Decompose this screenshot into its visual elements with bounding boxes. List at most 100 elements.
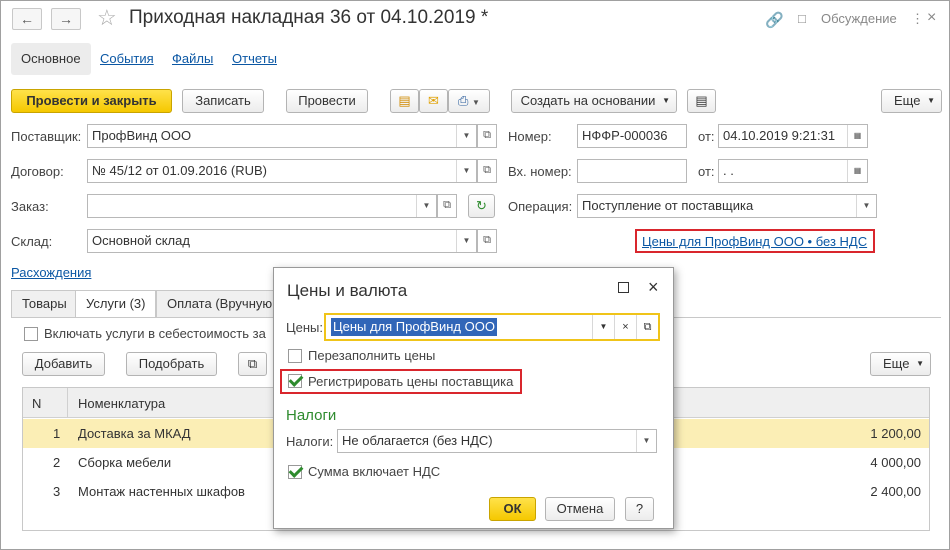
chevron-down-icon[interactable]: ▼: [592, 315, 614, 339]
in-date-from-label: от:: [698, 164, 715, 179]
sum-includes-vat-checkbox[interactable]: [288, 465, 302, 479]
add-button[interactable]: Добавить: [22, 352, 105, 376]
sum-includes-vat-label: Сумма включает НДС: [308, 464, 441, 479]
chevron-down-icon: ▼: [927, 96, 935, 105]
column-n[interactable]: N: [32, 396, 41, 411]
services-more-label: Еще: [883, 356, 910, 371]
row-item: Монтаж настенных шкафов: [78, 484, 245, 499]
forward-button[interactable]: →: [51, 8, 81, 30]
services-more-button[interactable]: Еще ▼: [870, 352, 931, 376]
link-icon[interactable]: 🔗: [765, 11, 784, 29]
print-icon[interactable]: ⎙ ▼: [448, 89, 490, 113]
contract-label: Договор:: [11, 164, 64, 179]
order-label: Заказ:: [11, 199, 49, 214]
open-icon[interactable]: ⧉: [437, 194, 457, 218]
taxes-field[interactable]: Не облагается (без НДС) ▼: [337, 429, 657, 453]
chevron-down-icon: ▼: [662, 96, 670, 105]
row-item: Сборка мебели: [78, 455, 172, 470]
chevron-down-icon[interactable]: ▼: [456, 230, 476, 252]
contract-field[interactable]: № 45/12 от 01.09.2016 (RUB) ▼: [87, 159, 477, 183]
dialog-prices-label: Цены:: [286, 320, 323, 335]
calendar-icon[interactable]: ▦: [847, 125, 867, 147]
chevron-down-icon[interactable]: ▼: [416, 195, 436, 217]
discrepancies-link[interactable]: Расхождения: [11, 265, 91, 280]
prices-field-value: Цены для ПрофВинд ООО: [331, 318, 497, 336]
structure-icon[interactable]: ▤: [687, 89, 716, 113]
favorite-star-icon[interactable]: ☆: [97, 5, 117, 31]
pick-button[interactable]: Подобрать: [126, 352, 217, 376]
operation-field[interactable]: Поступление от поставщика ▼: [577, 194, 877, 218]
taxes-value: Не облагается (без НДС): [342, 433, 493, 448]
chevron-down-icon[interactable]: ▼: [456, 125, 476, 147]
refill-prices-checkbox[interactable]: [288, 349, 302, 363]
help-button[interactable]: ?: [625, 497, 654, 521]
date-value: 04.10.2019 9:21:31: [723, 128, 836, 143]
create-based-on-button[interactable]: Создать на основании ▼: [511, 89, 677, 113]
open-icon[interactable]: ⧉: [477, 229, 497, 253]
chevron-down-icon[interactable]: ▼: [456, 160, 476, 182]
in-number-label: Вх. номер:: [508, 164, 572, 179]
tab-services[interactable]: Услуги (3): [75, 290, 157, 318]
prices-link[interactable]: Цены для ПрофВинд ООО • без НДС: [642, 234, 867, 249]
column-separator: [67, 388, 68, 418]
date-field[interactable]: 04.10.2019 9:21:31 ▦: [718, 124, 868, 148]
include-cost-checkbox[interactable]: [24, 327, 38, 341]
include-cost-label: Включать услуги в себестоимость за: [44, 326, 266, 341]
close-icon[interactable]: ×: [927, 9, 936, 27]
ok-button[interactable]: ОК: [489, 497, 536, 521]
number-field[interactable]: НФФР-000036: [577, 124, 687, 148]
discuss-icon[interactable]: □: [798, 11, 806, 26]
fill-by-order-icon[interactable]: ↻: [468, 194, 495, 218]
row-sum: 1 200,00: [870, 426, 921, 441]
chevron-down-icon[interactable]: ▼: [856, 195, 876, 217]
tab-goods[interactable]: Товары: [11, 290, 78, 317]
maximize-icon[interactable]: [618, 282, 629, 293]
tab-main[interactable]: Основное: [11, 43, 91, 75]
open-icon[interactable]: ⧉: [477, 159, 497, 183]
open-icon[interactable]: ⧉: [477, 124, 497, 148]
supplier-value: ПрофВинд ООО: [92, 128, 192, 143]
more-menu-icon[interactable]: ⋮: [911, 11, 925, 27]
chevron-down-icon: ▼: [472, 98, 480, 107]
in-number-field[interactable]: [577, 159, 687, 183]
number-label: Номер:: [508, 129, 552, 144]
post-button[interactable]: Провести: [286, 89, 368, 113]
warehouse-field[interactable]: Основной склад ▼: [87, 229, 477, 253]
operation-label: Операция:: [508, 199, 573, 214]
more-label: Еще: [894, 93, 921, 108]
chevron-down-icon[interactable]: ▼: [636, 430, 656, 452]
tab-payment[interactable]: Оплата (Вручную: [156, 290, 283, 317]
cancel-button[interactable]: Отмена: [545, 497, 615, 521]
close-icon[interactable]: ×: [648, 277, 659, 298]
window-title: Приходная накладная 36 от 04.10.2019 *: [129, 7, 489, 28]
report-doc-icon[interactable]: ▤: [390, 89, 419, 113]
register-prices-checkbox[interactable]: [288, 374, 302, 388]
document-window: ← → ☆ Приходная накладная 36 от 04.10.20…: [0, 0, 950, 550]
column-item[interactable]: Номенклатура: [78, 396, 165, 411]
post-and-close-button[interactable]: Провести и закрыть: [11, 89, 172, 113]
open-icon[interactable]: ⧉: [636, 315, 658, 339]
operation-value: Поступление от поставщика: [582, 198, 754, 213]
email-icon[interactable]: ✉: [419, 89, 448, 113]
in-date-value: . .: [723, 163, 734, 178]
tab-reports[interactable]: Отчеты: [232, 43, 277, 75]
in-date-field[interactable]: . . ▦: [718, 159, 868, 183]
clear-icon[interactable]: ×: [614, 315, 636, 339]
more-button[interactable]: Еще ▼: [881, 89, 942, 113]
arrow-left-icon: ←: [20, 11, 34, 27]
tab-files[interactable]: Файлы: [172, 43, 213, 75]
copy-icon[interactable]: ⧉: [238, 352, 267, 376]
tab-events[interactable]: События: [100, 43, 154, 75]
discuss-label[interactable]: Обсуждение: [821, 11, 897, 26]
warehouse-label: Склад:: [11, 234, 53, 249]
prices-field[interactable]: Цены для ПрофВинд ООО ▼ × ⧉: [324, 313, 660, 341]
calendar-icon[interactable]: ▦: [847, 160, 867, 182]
supplier-field[interactable]: ПрофВинд ООО ▼: [87, 124, 477, 148]
warehouse-value: Основной склад: [92, 233, 190, 248]
row-sum: 4 000,00: [870, 455, 921, 470]
supplier-label: Поставщик:: [11, 129, 82, 144]
row-number: 1: [53, 426, 61, 441]
back-button[interactable]: ←: [12, 8, 42, 30]
save-button[interactable]: Записать: [182, 89, 264, 113]
order-field[interactable]: ▼: [87, 194, 437, 218]
